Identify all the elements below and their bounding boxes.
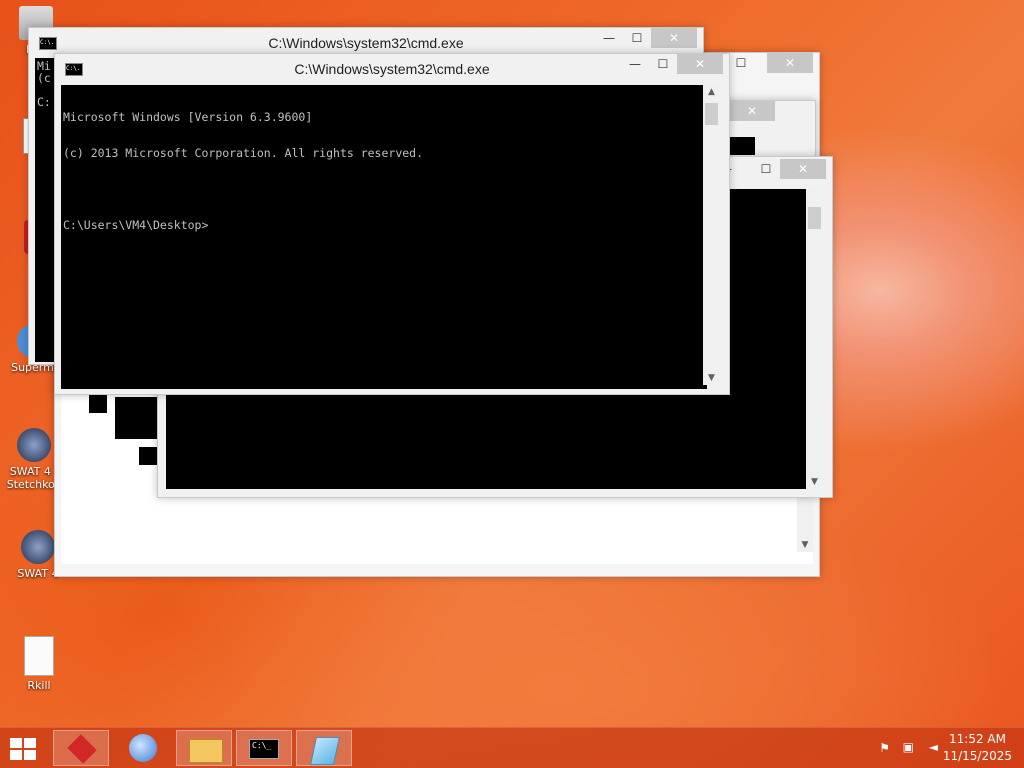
clock-time[interactable]: 11:52 AM bbox=[949, 732, 1006, 746]
console-prompt: C:\Users\VM4\Desktop> bbox=[63, 218, 209, 232]
taskbar: C:\_ ⚑ ▣ ◄ 11:52 AM 11/15/2025 bbox=[0, 727, 1024, 768]
app-red-icon bbox=[67, 734, 97, 764]
maximize-button[interactable]: ☐ bbox=[752, 159, 780, 179]
close-button[interactable]: ✕ bbox=[651, 28, 697, 48]
desktop-icon-rkill[interactable]: Rkill bbox=[11, 636, 67, 692]
cmd-window-front[interactable]: C:\. C:\Windows\system32\cmd.exe — ☐ ✕ M… bbox=[54, 53, 730, 395]
clock-date[interactable]: 11/15/2025 bbox=[943, 749, 1012, 763]
taskbar-item-cmd[interactable]: C:\_ bbox=[236, 730, 292, 766]
swat4-icon bbox=[17, 428, 51, 462]
middle-window[interactable]: ✕ bbox=[722, 100, 816, 158]
scroll-down-arrow[interactable]: ▼ bbox=[703, 373, 720, 383]
scroll-up-arrow[interactable]: ▲ bbox=[703, 87, 720, 97]
volume-muted-icon[interactable]: ◄ bbox=[929, 740, 938, 754]
console-output[interactable]: Microsoft Windows [Version 6.3.9600] (c)… bbox=[61, 85, 707, 389]
close-button[interactable]: ✕ bbox=[780, 159, 826, 179]
vertical-scrollbar[interactable]: ▼ bbox=[806, 189, 823, 489]
windows-logo-icon bbox=[10, 738, 36, 760]
console-fragment bbox=[729, 137, 755, 155]
close-button[interactable]: ✕ bbox=[729, 101, 775, 121]
console-line: Microsoft Windows [Version 6.3.9600] bbox=[63, 110, 313, 124]
swat4-icon bbox=[21, 530, 55, 564]
taskbar-item-browser[interactable] bbox=[115, 730, 171, 766]
network-icon[interactable]: ▣ bbox=[903, 740, 914, 754]
desktop-icon-label: Rkill bbox=[27, 679, 51, 692]
scroll-down-arrow[interactable]: ▼ bbox=[806, 477, 823, 487]
black-box bbox=[89, 395, 107, 413]
minimize-button[interactable]: — bbox=[595, 28, 623, 48]
taskbar-item-app-red[interactable] bbox=[53, 730, 109, 766]
maximize-button[interactable]: ☐ bbox=[623, 28, 651, 48]
close-button[interactable]: ✕ bbox=[677, 54, 723, 74]
file-icon bbox=[24, 636, 54, 676]
action-center-flag-icon[interactable]: ⚑ bbox=[879, 741, 890, 755]
start-button[interactable] bbox=[10, 738, 38, 760]
cmd-icon: C:\_ bbox=[249, 739, 279, 759]
maximize-button[interactable]: ☐ bbox=[649, 54, 677, 74]
browser-icon bbox=[129, 734, 157, 762]
taskbar-item-notepad[interactable] bbox=[296, 730, 352, 766]
maximize-button[interactable]: ☐ bbox=[727, 53, 755, 73]
console-line: (c) 2013 Microsoft Corporation. All righ… bbox=[63, 146, 424, 160]
black-box bbox=[115, 397, 161, 439]
taskbar-item-file-explorer[interactable] bbox=[176, 730, 232, 766]
vertical-scrollbar[interactable]: ▲ ▼ bbox=[703, 85, 720, 385]
file-explorer-icon bbox=[189, 739, 223, 763]
black-box bbox=[139, 447, 157, 465]
scrollbar-thumb[interactable] bbox=[705, 103, 718, 125]
close-button[interactable]: ✕ bbox=[767, 53, 813, 73]
minimize-button[interactable]: — bbox=[621, 54, 649, 74]
notepad-icon bbox=[310, 737, 340, 765]
scroll-down-arrow[interactable]: ▼ bbox=[797, 540, 813, 550]
scrollbar-thumb[interactable] bbox=[808, 207, 821, 229]
